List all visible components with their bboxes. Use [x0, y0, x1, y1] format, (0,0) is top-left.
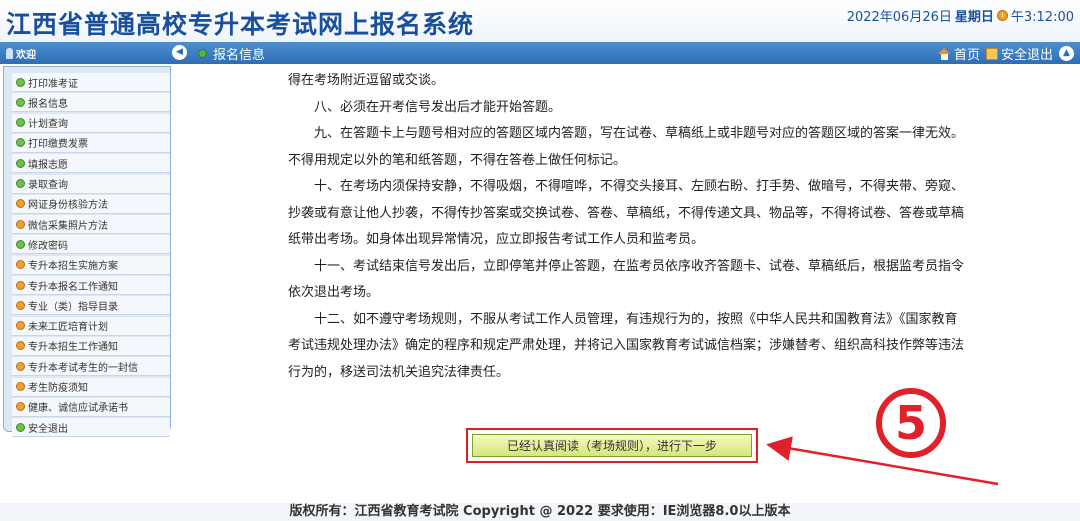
sidebar-item[interactable]: 未来工匠培育计划 — [12, 316, 170, 336]
date-text: 2022年06月26日 — [846, 10, 952, 25]
sidebar-item[interactable]: 报名信息 — [12, 93, 170, 113]
bullet-icon — [16, 158, 25, 168]
time-text: 午3:12:00 — [1010, 10, 1074, 25]
bullet-icon — [16, 361, 25, 371]
sidebar-item-label: 打印准考证 — [28, 78, 78, 90]
sidebar-item[interactable]: 填报志愿 — [12, 154, 170, 174]
bullet-icon — [16, 199, 25, 209]
annotation-number: 5 — [876, 388, 946, 458]
exit-icon — [985, 47, 998, 60]
datetime: 2022年06月26日 星期日 午3:12:00 — [847, 6, 1074, 25]
sidebar-item-label: 专升本招生工作通知 — [28, 342, 118, 354]
top-nav: 首页 安全退出 ▲ — [937, 44, 1074, 63]
sidebar-item[interactable]: 专业（类）指导目录 — [12, 296, 170, 316]
sidebar-item[interactable]: 录取查询 — [12, 174, 170, 194]
bullet-icon — [16, 341, 25, 351]
sidebar-item-label: 计划查询 — [28, 119, 68, 131]
bullet-icon — [16, 138, 25, 148]
footer: 版权所有：江西省教育考试院 Copyright @ 2022 要求使用：IE浏览… — [0, 503, 1080, 521]
sidebar-item-label: 专升本报名工作通知 — [28, 281, 118, 293]
bullet-icon — [16, 321, 25, 331]
sidebar-item[interactable]: 健康、诚信应试承诺书 — [12, 397, 170, 417]
bullet-icon — [16, 402, 25, 412]
sidebar-item-label: 未来工匠培育计划 — [28, 322, 108, 334]
rule-paragraph: 八、必须在开考信号发出后才能开始答题。 — [314, 99, 562, 115]
weekday-text: 星期日 — [954, 10, 994, 25]
rule-paragraph: 十、在考场内须保持安静，不得吸烟，不得喧哗，不得交头接耳、左顾右盼、打手势、做暗… — [288, 179, 965, 247]
bullet-icon — [16, 239, 25, 249]
user-icon — [6, 48, 13, 59]
rule-paragraph: 十二、如不遵守考场规则，不服从考试工作人员管理，有违规行为的，按照《中华人民共和… — [288, 311, 965, 380]
rule-paragraph: 得在考场附近逗留或交谈。 — [288, 73, 445, 88]
bullet-icon — [16, 219, 25, 229]
sidebar-item-label: 报名信息 — [28, 98, 68, 110]
bullet-icon — [16, 260, 25, 270]
sidebar-item[interactable]: 打印缴费发票 — [12, 133, 170, 153]
sidebar-item-label: 健康、诚信应试承诺书 — [28, 403, 128, 415]
nav-bar: 欢迎 ◀ 报名信息 首页 安全退出 ▲ — [0, 42, 1080, 64]
sidebar-item-label: 安全退出 — [28, 423, 68, 435]
sidebar-item[interactable]: 网证身份核验方法 — [12, 194, 170, 214]
breadcrumb-label: 报名信息 — [213, 48, 266, 63]
sidebar-item-label: 专升本招生实施方案 — [28, 261, 118, 273]
bullet-icon — [16, 382, 25, 391]
sidebar-item[interactable]: 修改密码 — [12, 235, 170, 255]
header: 江西省普通高校专升本考试网上报名系统 2022年06月26日 星期日 午3:12… — [0, 0, 1080, 42]
welcome-text: 欢迎 — [16, 50, 36, 61]
sidebar-item-label: 专升本考试考生的一封信 — [28, 362, 138, 374]
bullet-icon — [16, 280, 25, 290]
sidebar-item[interactable]: 专升本报名工作通知 — [12, 276, 170, 295]
sidebar-item-label: 修改密码 — [28, 240, 68, 252]
collapse-sidebar-button[interactable]: ◀ — [172, 45, 187, 60]
home-icon — [937, 47, 951, 60]
sidebar-item-label: 专业（类）指导目录 — [28, 301, 118, 313]
home-label: 首页 — [953, 48, 980, 63]
logout-link[interactable]: 安全退出 — [985, 44, 1053, 63]
sidebar-item[interactable]: 考生防疫须知 — [12, 377, 170, 397]
breadcrumb: 报名信息 — [198, 44, 265, 63]
bullet-icon — [16, 77, 25, 87]
sidebar-item-label: 考生防疫须知 — [28, 383, 88, 394]
welcome: 欢迎 — [6, 46, 36, 61]
rule-paragraph: 九、在答题卡上与题号相对应的答题区域内答题，写在试卷、草稿纸上或非题号对应的答题… — [288, 126, 965, 168]
sidebar-item-label: 网证身份核验方法 — [28, 200, 108, 212]
confirm-read-button[interactable]: 已经认真阅读（考场规则），进行下一步 — [472, 434, 752, 457]
sidebar-item-label: 打印缴费发票 — [28, 139, 88, 151]
clock-icon — [996, 10, 1008, 21]
bullet-icon — [16, 300, 25, 310]
sidebar-item-label: 填报志愿 — [28, 159, 68, 171]
bullet-icon — [16, 422, 25, 432]
sidebar-item[interactable]: 专升本招生实施方案 — [12, 255, 170, 275]
bullet-icon — [16, 118, 25, 128]
highlight-box: 已经认真阅读（考场规则），进行下一步 — [466, 428, 758, 463]
rule-paragraph: 十一、考试结束信号发出后，立即停笔并停止答题，在监考员依序收齐答题卡、试卷、草稿… — [288, 258, 965, 301]
sidebar-item[interactable]: 专升本招生工作通知 — [12, 336, 170, 356]
scroll-up-icon[interactable]: ▲ — [1059, 46, 1074, 61]
bullet-icon — [16, 97, 25, 107]
sidebar-item[interactable]: 打印准考证 — [12, 73, 170, 92]
sidebar-item[interactable]: 微信采集照片方法 — [12, 215, 170, 235]
sidebar-item[interactable]: 安全退出 — [12, 418, 170, 438]
sidebar-item[interactable]: 计划查询 — [12, 113, 170, 133]
rules-content: 得在考场附近逗留或交谈。八、必须在开考信号发出后才能开始答题。九、在答题卡上与题… — [288, 68, 968, 386]
logout-label: 安全退出 — [1000, 48, 1053, 63]
sidebar-item-label: 录取查询 — [28, 180, 68, 191]
sidebar-item-label: 微信采集照片方法 — [28, 220, 108, 232]
sidebar-menu: 打印准考证报名信息计划查询打印缴费发票 填报志愿录取查询网证身份核验方法 微信采集照… — [3, 66, 171, 438]
home-link[interactable]: 首页 — [937, 44, 980, 63]
sidebar-item[interactable]: 专升本考试考生的一封信 — [12, 357, 170, 377]
leaf-icon — [198, 49, 207, 58]
bullet-icon — [16, 179, 25, 188]
system-title: 江西省普通高校专升本考试网上报名系统 — [6, 10, 475, 39]
